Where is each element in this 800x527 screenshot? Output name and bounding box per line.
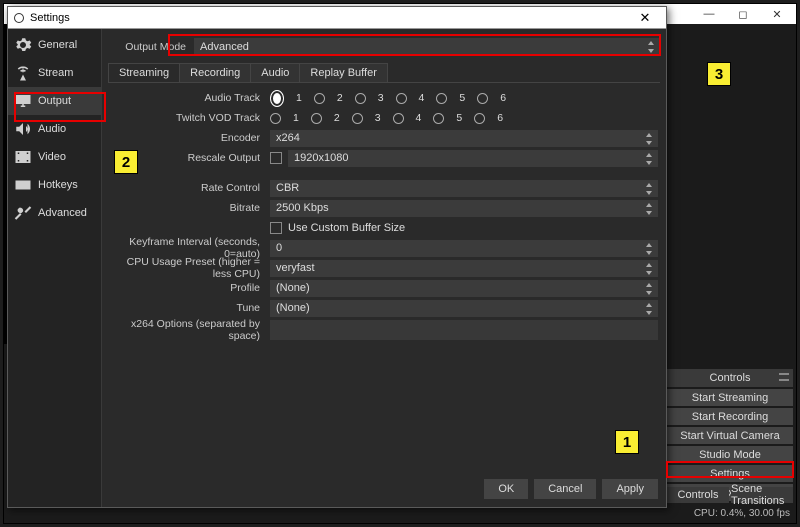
grip-icon: [779, 373, 789, 381]
audio-track-group[interactable]: 1 2 3 4 5 6: [270, 90, 508, 107]
bitrate-label: Bitrate: [108, 202, 270, 214]
audio-track-6[interactable]: [477, 93, 488, 104]
dialog-footer: OK Cancel Apply: [484, 479, 658, 499]
antenna-icon: [14, 64, 32, 82]
video-icon: [14, 148, 32, 166]
twitch-track-3[interactable]: [352, 113, 363, 124]
chevron-updown-icon: [644, 183, 654, 195]
app-icon: [14, 13, 24, 23]
twitch-track-5[interactable]: [433, 113, 444, 124]
twitch-track-6[interactable]: [474, 113, 485, 124]
tab-controls[interactable]: Controls: [667, 487, 729, 503]
start-streaming-button[interactable]: Start Streaming: [667, 389, 793, 406]
tab-recording[interactable]: Recording: [179, 63, 251, 82]
speaker-icon: [14, 120, 32, 138]
tab-scene-transitions[interactable]: Scene Transitions: [731, 487, 793, 503]
audio-track-1[interactable]: [270, 90, 284, 107]
rescale-select: 1920x1080: [288, 150, 658, 167]
sidebar-item-stream[interactable]: Stream: [8, 59, 101, 87]
gear-icon: [14, 36, 32, 54]
minimize-button[interactable]: —: [692, 5, 726, 23]
spinner-icon[interactable]: [644, 203, 654, 215]
maximize-button[interactable]: ◻: [726, 5, 760, 23]
rescale-checkbox[interactable]: [270, 152, 282, 164]
twitch-track-group[interactable]: 1 2 3 4 5 6: [270, 112, 505, 124]
audio-track-label: Audio Track: [108, 92, 270, 104]
ok-button[interactable]: OK: [484, 479, 528, 499]
twitch-track-2[interactable]: [311, 113, 322, 124]
profile-select[interactable]: (None): [270, 280, 658, 297]
twitch-track-label: Twitch VOD Track: [108, 112, 270, 124]
chevron-updown-icon: [644, 263, 654, 275]
keyboard-icon: [14, 176, 32, 194]
chevron-updown-icon: [644, 153, 654, 165]
audio-track-2[interactable]: [314, 93, 325, 104]
annotation-box-settings-btn: [666, 461, 794, 478]
callout-1: 1: [615, 430, 639, 454]
controls-header: Controls: [667, 369, 793, 387]
tune-label: Tune: [108, 302, 270, 314]
start-virtual-camera-button[interactable]: Start Virtual Camera: [667, 427, 793, 444]
sidebar-item-advanced[interactable]: Advanced: [8, 199, 101, 227]
settings-dialog: Settings ✕ General Stream Output Audio: [7, 6, 667, 508]
cancel-button[interactable]: Cancel: [534, 479, 596, 499]
apply-button[interactable]: Apply: [602, 479, 658, 499]
profile-label: Profile: [108, 282, 270, 294]
chevron-updown-icon: [644, 303, 654, 315]
cpu-preset-select[interactable]: veryfast: [270, 260, 658, 277]
output-tabs: Streaming Recording Audio Replay Buffer: [108, 63, 660, 83]
keyframe-input[interactable]: 0: [270, 240, 658, 257]
close-button[interactable]: ✕: [760, 5, 794, 23]
bottom-tabs: Controls Scene Transitions: [667, 487, 793, 503]
bitrate-input[interactable]: 2500 Kbps: [270, 200, 658, 217]
annotation-box-output-mode: [168, 34, 661, 56]
chevron-updown-icon: [644, 283, 654, 295]
audio-track-3[interactable]: [355, 93, 366, 104]
annotation-box-output-nav: [14, 92, 106, 122]
x264-options-label: x264 Options (separated by space): [108, 318, 270, 342]
settings-content: Output Mode Advanced Streaming Recording…: [102, 29, 666, 507]
tab-audio[interactable]: Audio: [250, 63, 300, 82]
twitch-track-1[interactable]: [270, 113, 281, 124]
sidebar-item-hotkeys[interactable]: Hotkeys: [8, 171, 101, 199]
callout-3: 3: [707, 62, 731, 86]
tune-select[interactable]: (None): [270, 300, 658, 317]
tab-replay-buffer[interactable]: Replay Buffer: [299, 63, 387, 82]
start-recording-button[interactable]: Start Recording: [667, 408, 793, 425]
dialog-title: Settings: [30, 12, 70, 24]
streaming-form: Audio Track 1 2 3 4 5 6 Twitch VOD Track…: [108, 87, 660, 341]
twitch-track-4[interactable]: [393, 113, 404, 124]
audio-track-4[interactable]: [396, 93, 407, 104]
dialog-titlebar[interactable]: Settings ✕: [8, 7, 666, 29]
sidebar-item-general[interactable]: General: [8, 31, 101, 59]
encoder-label: Encoder: [108, 132, 270, 144]
callout-2: 2: [114, 150, 138, 174]
x264-options-input[interactable]: [270, 320, 658, 340]
dialog-body: General Stream Output Audio Video Hotkey…: [8, 29, 666, 507]
custom-buffer-checkbox[interactable]: [270, 222, 282, 234]
rate-control-label: Rate Control: [108, 182, 270, 194]
chevron-updown-icon: [644, 133, 654, 145]
audio-track-5[interactable]: [436, 93, 447, 104]
sidebar-item-video[interactable]: Video: [8, 143, 101, 171]
cpu-preset-label: CPU Usage Preset (higher = less CPU): [108, 256, 270, 280]
status-bar: CPU: 0.4%, 30.00 fps: [694, 508, 790, 519]
custom-buffer-label: Use Custom Buffer Size: [288, 222, 405, 234]
tools-icon: [14, 204, 32, 222]
dialog-close-button[interactable]: ✕: [630, 10, 660, 26]
spinner-icon[interactable]: [644, 243, 654, 255]
tab-streaming[interactable]: Streaming: [108, 63, 180, 82]
rate-control-select[interactable]: CBR: [270, 180, 658, 197]
controls-header-label: Controls: [710, 372, 751, 384]
encoder-select[interactable]: x264: [270, 130, 658, 147]
